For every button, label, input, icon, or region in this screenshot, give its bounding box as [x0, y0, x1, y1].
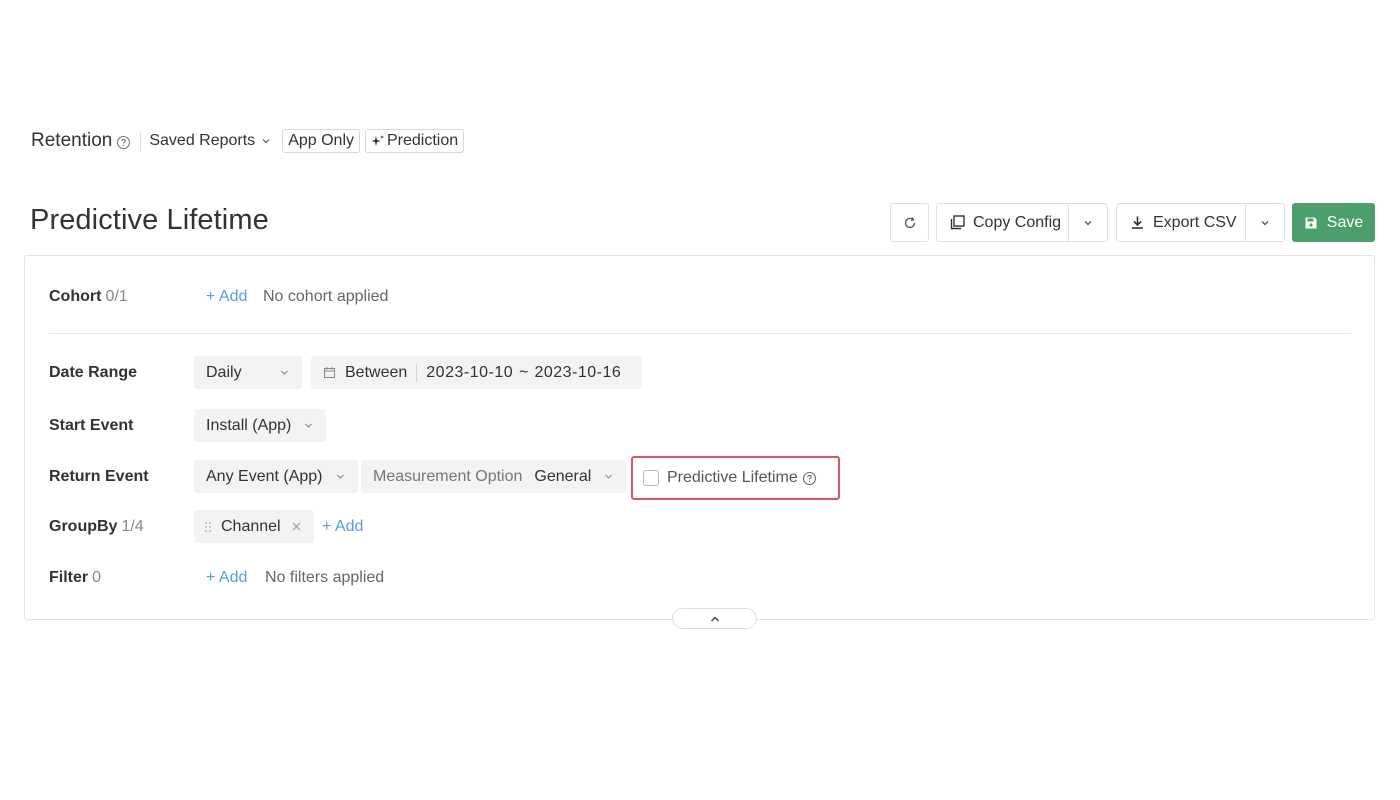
date-range-separator: ~	[519, 363, 529, 381]
predictive-lifetime-label[interactable]: Predictive Lifetime	[667, 469, 798, 487]
refresh-button[interactable]	[890, 203, 929, 242]
saved-reports-dropdown[interactable]: Saved Reports	[149, 132, 272, 150]
prediction-tag-label: Prediction	[387, 132, 459, 149]
predictive-lifetime-checkbox[interactable]	[643, 470, 659, 486]
save-label: Save	[1326, 213, 1364, 231]
divider	[140, 132, 142, 150]
start-event-label-text: Start Event	[49, 417, 134, 434]
query-config-panel: Cohort 0/1 + Add No cohort applied Date …	[24, 255, 1375, 620]
date-range-mode: Between	[345, 363, 408, 381]
filter-empty-text: No filters applied	[265, 569, 385, 586]
cohort-empty-text: No cohort applied	[263, 288, 389, 305]
close-icon[interactable]	[291, 521, 302, 532]
date-range-label-text: Date Range	[49, 364, 138, 381]
refresh-icon	[903, 216, 917, 230]
start-event-label: Start Event	[49, 410, 133, 442]
copy-config-split-button: Copy Config	[936, 203, 1108, 242]
chevron-down-icon	[335, 471, 346, 482]
chevron-down-icon	[279, 367, 290, 378]
copy-config-menu-button[interactable]	[1068, 204, 1107, 241]
date-range-start: 2023-10-10	[426, 363, 514, 381]
return-event-label: Return Event	[49, 461, 149, 493]
saved-reports-label: Saved Reports	[149, 132, 256, 149]
copy-icon	[949, 214, 966, 231]
filter-label-text: Filter	[49, 569, 89, 586]
return-event-value: Any Event (App)	[206, 467, 323, 485]
chevron-down-icon	[1082, 217, 1094, 229]
collapse-panel-button[interactable]	[672, 608, 757, 629]
cohort-label: Cohort 0/1	[49, 281, 128, 313]
date-granularity-select[interactable]: Daily	[194, 356, 302, 389]
measurement-option-select[interactable]: Measurement Option General	[361, 460, 627, 493]
section-divider	[49, 333, 1351, 334]
calendar-icon	[323, 366, 336, 379]
date-range-label: Date Range	[49, 357, 137, 389]
groupby-chip-channel[interactable]: Channel	[194, 510, 314, 543]
sparkle-icon	[371, 134, 385, 148]
filter-label: Filter 0	[49, 562, 101, 594]
report-header: Retention Saved Reports App Only Predict…	[31, 128, 465, 154]
copy-config-label: Copy Config	[973, 213, 1062, 231]
return-event-label-text: Return Event	[49, 468, 149, 485]
chevron-down-icon	[603, 471, 614, 482]
export-csv-split-button: Export CSV	[1116, 203, 1285, 242]
app-only-tag: App Only	[282, 129, 360, 153]
chevron-down-icon	[260, 135, 272, 147]
date-range-picker[interactable]: Between 2023-10-10 ~ 2023-10-16	[311, 356, 642, 389]
cohort-count: 0/1	[105, 288, 128, 305]
groupby-count: 1/4	[121, 518, 144, 535]
return-event-select[interactable]: Any Event (App)	[194, 460, 358, 493]
export-csv-menu-button[interactable]	[1245, 204, 1284, 241]
cohort-label-text: Cohort	[49, 288, 102, 305]
groupby-chip-label: Channel	[221, 517, 281, 535]
measurement-option-label: Measurement Option	[373, 467, 523, 485]
add-filter-button[interactable]: + Add	[206, 562, 247, 594]
filter-count: 0	[92, 569, 102, 586]
divider	[416, 363, 418, 382]
date-granularity-value: Daily	[206, 363, 242, 381]
groupby-label-text: GroupBy	[49, 518, 118, 535]
chevron-down-icon	[303, 420, 314, 431]
start-event-value: Install (App)	[206, 416, 292, 434]
copy-config-button[interactable]: Copy Config	[937, 204, 1061, 241]
chevron-down-icon	[1259, 217, 1271, 229]
groupby-label: GroupBy 1/4	[49, 511, 144, 543]
predictive-lifetime-option: Predictive Lifetime	[631, 456, 840, 500]
app-only-tag-label: App Only	[288, 132, 354, 149]
date-range-end: 2023-10-16	[534, 363, 622, 381]
measurement-option-value: General	[534, 467, 592, 485]
save-button[interactable]: Save	[1292, 203, 1375, 242]
export-csv-label: Export CSV	[1153, 213, 1237, 231]
add-cohort-button[interactable]: + Add	[206, 281, 247, 313]
chevron-up-icon	[709, 613, 721, 625]
start-event-select[interactable]: Install (App)	[194, 409, 327, 442]
help-icon[interactable]	[802, 471, 817, 486]
help-icon[interactable]	[116, 135, 131, 150]
prediction-tag: Prediction	[365, 129, 465, 153]
download-icon	[1129, 214, 1146, 231]
floppy-disk-icon	[1304, 216, 1318, 230]
page-title: Predictive Lifetime	[30, 204, 269, 236]
section-title: Retention	[31, 130, 113, 151]
export-csv-button[interactable]: Export CSV	[1117, 204, 1237, 241]
add-groupby-button[interactable]: + Add	[322, 511, 363, 543]
drag-handle-icon[interactable]	[204, 521, 212, 533]
